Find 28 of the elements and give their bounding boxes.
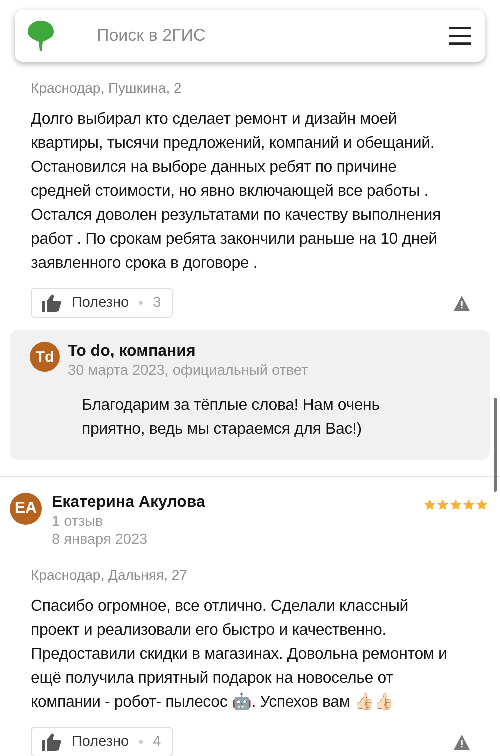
company-avatar: Td bbox=[30, 342, 60, 372]
warning-icon[interactable] bbox=[454, 734, 470, 750]
logo-icon bbox=[27, 21, 55, 51]
review-address: Краснодар, Пушкина, 2 bbox=[30, 80, 183, 96]
review-text: Долго выбирал кто сделает ремонт и дизайн моей квартиры, тысячи предложений, компаний и обещаний. Остановился на выборе данных ребят по причине средней стоимости, но явно включающей все работы . Остался доволен результатами по качеству выполнения работ . По срокам ребята закончили раньше на 10 дней заявленного срока в договоре . bbox=[30, 110, 442, 274]
thumbs-up-icon bbox=[42, 733, 62, 751]
review-count: 1 отзыв bbox=[52, 513, 104, 531]
review-date: 8 января 2023 bbox=[52, 531, 149, 549]
search-field[interactable]: Поиск в 2ГИС bbox=[95, 25, 449, 47]
menu-button[interactable] bbox=[449, 27, 471, 45]
scrollbar[interactable] bbox=[494, 398, 497, 492]
user-avatar: ЕА bbox=[10, 493, 42, 525]
reply-meta: 30 марта 2023, официальный ответ bbox=[68, 362, 310, 380]
menu-icon bbox=[449, 27, 471, 45]
thumbs-up-icon bbox=[42, 294, 62, 312]
star-icon bbox=[450, 499, 462, 511]
company-name: To do, компания bbox=[68, 342, 197, 362]
star-icon bbox=[437, 499, 449, 511]
review-address: Краснодар, Дальняя, 27 bbox=[30, 567, 188, 583]
author-name: Екатерина Акулова bbox=[52, 493, 206, 513]
star-icon bbox=[424, 499, 436, 511]
star-icon bbox=[476, 499, 488, 511]
reply-text: Благодарим за тёплые слова! Нам очень приятно, ведь мы стараемся для Вас!) bbox=[82, 396, 381, 440]
star-icon bbox=[463, 499, 475, 511]
useful-button[interactable]: Полезно 4 bbox=[31, 727, 174, 756]
useful-button[interactable]: Полезно 3 bbox=[31, 288, 174, 318]
warning-icon[interactable] bbox=[454, 296, 470, 310]
review-text: Спасибо огромное, все отлично. Сделали классный проект и реализовали его быстро и качественно. Предоставили скидки в магазинах. Довольна ремонтом и ещё получила приятный подарок на новоселье от компании - робот- пылесос 🤖. Успехов вам 👍🏻👍🏻 bbox=[30, 597, 448, 713]
